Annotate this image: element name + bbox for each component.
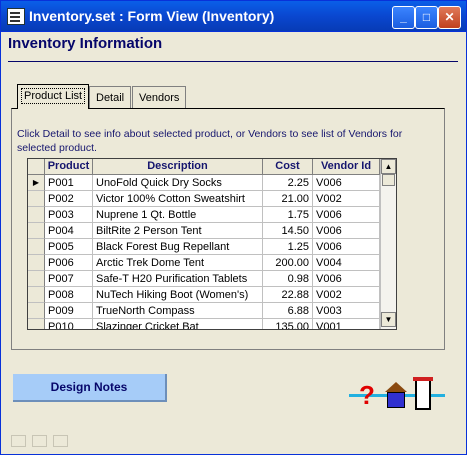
product-cell[interactable]: P009 [45, 303, 93, 319]
row-selector[interactable] [28, 271, 45, 287]
scroll-thumb[interactable] [382, 174, 395, 186]
title-bar[interactable]: Inventory.set : Form View (Inventory) _ … [1, 1, 466, 32]
home-roof [385, 382, 407, 392]
home-body [387, 392, 405, 408]
product-cell[interactable]: P004 [45, 223, 93, 239]
vertical-scrollbar[interactable]: ▲ ▼ [380, 159, 396, 329]
grid-header: Product Description Cost Vendor Id [28, 159, 396, 175]
row-selector[interactable] [28, 303, 45, 319]
vendor-id-cell[interactable]: V006 [313, 239, 380, 255]
vendor-id-cell[interactable]: V006 [313, 207, 380, 223]
column-header-product[interactable]: Product [45, 159, 93, 174]
vendor-id-cell[interactable]: V004 [313, 255, 380, 271]
description-cell[interactable]: BiltRite 2 Person Tent [93, 223, 263, 239]
scroll-up-button[interactable]: ▲ [381, 159, 396, 174]
row-selector[interactable] [28, 319, 45, 329]
description-cell[interactable]: Nuprene 1 Qt. Bottle [93, 207, 263, 223]
product-cell[interactable]: P006 [45, 255, 93, 271]
status-box [11, 435, 26, 447]
table-row[interactable]: P002 Victor 100% Cotton Sweatshirt 21.00 V0… [28, 191, 380, 207]
product-cell[interactable]: P005 [45, 239, 93, 255]
vendor-id-cell[interactable]: V001 [313, 319, 380, 329]
table-row[interactable]: P007 Safe-T H20 Purification Tablets 0.98 V… [28, 271, 380, 287]
scroll-down-button[interactable]: ▼ [381, 312, 396, 327]
tab-label: Product List [20, 88, 86, 104]
window-title: Inventory.set : Form View (Inventory) [29, 8, 275, 24]
maximize-button[interactable]: □ [415, 6, 438, 29]
page-title: Inventory Information [8, 35, 163, 52]
product-cell[interactable]: P002 [45, 191, 93, 207]
cost-cell[interactable]: 1.25 [263, 239, 313, 255]
header-selector [28, 159, 45, 174]
cost-cell[interactable]: 21.00 [263, 191, 313, 207]
status-box [32, 435, 47, 447]
close-button[interactable]: ✕ [438, 6, 461, 29]
column-header-description[interactable]: Description [93, 159, 263, 174]
tab-vendors[interactable]: Vendors [132, 86, 187, 109]
row-selector[interactable] [28, 239, 45, 255]
vendor-id-cell[interactable]: V006 [313, 271, 380, 287]
product-cell[interactable]: P003 [45, 207, 93, 223]
cost-cell[interactable]: 1.75 [263, 207, 313, 223]
tab-label: Vendors [139, 92, 180, 104]
help-icon[interactable]: ? [359, 380, 375, 410]
product-cell[interactable]: P007 [45, 271, 93, 287]
description-cell[interactable]: UnoFold Quick Dry Socks [93, 175, 263, 191]
app-window: Inventory.set : Form View (Inventory) _ … [0, 0, 467, 455]
row-selector[interactable] [28, 223, 45, 239]
form-header: Inventory Information [1, 32, 466, 60]
vendor-id-cell[interactable]: V002 [313, 287, 380, 303]
row-selector[interactable] [28, 255, 45, 271]
table-row[interactable]: P008 NuTech Hiking Boot (Women's) 22.88 V00… [28, 287, 380, 303]
description-cell[interactable]: TrueNorth Compass [93, 303, 263, 319]
vendor-id-cell[interactable]: V006 [313, 175, 380, 191]
vendor-id-cell[interactable]: V003 [313, 303, 380, 319]
cost-cell[interactable]: 135.00 [263, 319, 313, 329]
table-row[interactable]: P003 Nuprene 1 Qt. Bottle 1.75 V006 [28, 207, 380, 223]
table-row[interactable]: P006 Arctic Trek Dome Tent 200.00 V004 [28, 255, 380, 271]
description-cell[interactable]: NuTech Hiking Boot (Women's) [93, 287, 263, 303]
status-box [53, 435, 68, 447]
design-notes-button[interactable]: Design Notes [13, 374, 167, 402]
row-selector[interactable]: ▶ [28, 175, 45, 191]
exit-icon[interactable] [413, 377, 433, 410]
home-icon[interactable] [385, 378, 407, 410]
column-header-vendor-id[interactable]: Vendor Id [313, 159, 380, 174]
instruction-text: Click Detail to see info about selected … [17, 128, 403, 154]
product-cell[interactable]: P008 [45, 287, 93, 303]
cost-cell[interactable]: 14.50 [263, 223, 313, 239]
table-row[interactable]: P005 Black Forest Bug Repellant 1.25 V006 [28, 239, 380, 255]
row-selector[interactable] [28, 207, 45, 223]
tab-detail[interactable]: Detail [89, 86, 132, 109]
description-cell[interactable]: Slazinger Cricket Bat [93, 319, 263, 329]
product-cell[interactable]: P010 [45, 319, 93, 329]
cost-cell[interactable]: 0.98 [263, 271, 313, 287]
column-header-cost[interactable]: Cost [263, 159, 313, 174]
description-cell[interactable]: Victor 100% Cotton Sweatshirt [93, 191, 263, 207]
row-selector[interactable] [28, 191, 45, 207]
vendor-id-cell[interactable]: V002 [313, 191, 380, 207]
header-divider [8, 61, 458, 62]
cost-cell[interactable]: 200.00 [263, 255, 313, 271]
navigation-icons: ? [349, 376, 445, 412]
product-grid[interactable]: Product Description Cost Vendor Id ▶ P001… [27, 158, 397, 330]
table-row[interactable]: P004 BiltRite 2 Person Tent 14.50 V006 [28, 223, 380, 239]
cost-cell[interactable]: 6.88 [263, 303, 313, 319]
tab-label: Detail [96, 92, 125, 104]
description-cell[interactable]: Arctic Trek Dome Tent [93, 255, 263, 271]
description-cell[interactable]: Black Forest Bug Repellant [93, 239, 263, 255]
tab-product-list[interactable]: Product List [17, 84, 90, 109]
table-row[interactable]: P010 Slazinger Cricket Bat 135.00 V001 [28, 319, 380, 329]
product-cell[interactable]: P001 [45, 175, 93, 191]
vendor-id-cell[interactable]: V006 [313, 223, 380, 239]
table-row[interactable]: P009 TrueNorth Compass 6.88 V003 [28, 303, 380, 319]
table-row[interactable]: ▶ P001 UnoFold Quick Dry Socks 2.25 V006 [28, 175, 380, 191]
description-cell[interactable]: Safe-T H20 Purification Tablets [93, 271, 263, 287]
cost-cell[interactable]: 22.88 [263, 287, 313, 303]
minimize-button[interactable]: _ [392, 6, 415, 29]
form-icon[interactable] [7, 8, 25, 25]
row-selector[interactable] [28, 287, 45, 303]
cost-cell[interactable]: 2.25 [263, 175, 313, 191]
